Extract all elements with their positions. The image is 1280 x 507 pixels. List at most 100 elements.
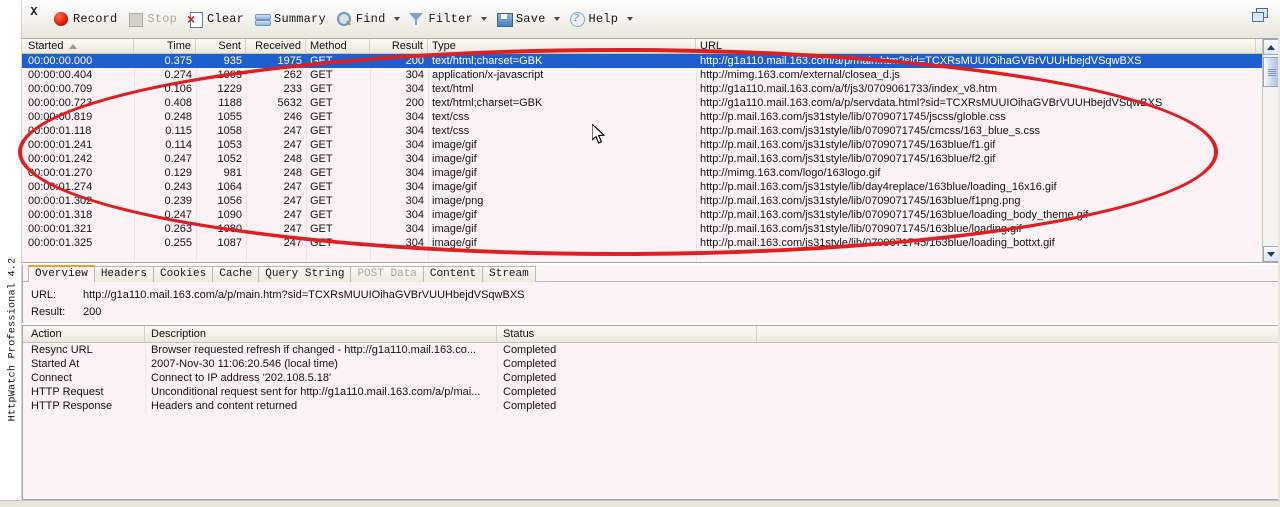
tab-cache[interactable]: Cache bbox=[212, 266, 259, 282]
grid-column-header-url[interactable]: URL bbox=[696, 39, 1256, 54]
actions-cell-status: Completed bbox=[497, 343, 757, 357]
grid-row[interactable]: 00:00:01.2420.2471052248GET304image/gifh… bbox=[22, 152, 1279, 166]
tab-post-data: POST Data bbox=[350, 266, 423, 282]
grid-row[interactable]: 00:00:01.3210.2631080247GET304image/gifh… bbox=[22, 222, 1279, 236]
grid-cell-method: GET bbox=[306, 180, 370, 194]
grid-column-header-result[interactable]: Result bbox=[370, 39, 428, 54]
grid-row[interactable]: 00:00:01.2700.129981248GET304image/gifht… bbox=[22, 166, 1279, 180]
grid-row[interactable]: 00:00:01.2410.1141053247GET304image/gifh… bbox=[22, 138, 1279, 152]
grid-cell-started: 00:00:00.819 bbox=[24, 110, 134, 124]
grid-cell-type: text/css bbox=[428, 110, 696, 124]
grid-row[interactable]: 00:00:00.0000.3759351975GET200text/html;… bbox=[22, 54, 1279, 68]
grid-row[interactable]: 00:00:00.7230.40811885632GET200text/html… bbox=[22, 96, 1279, 110]
toolbar-record-button[interactable]: Record bbox=[50, 8, 120, 30]
grid-cell-sent: 1090 bbox=[196, 208, 246, 222]
toolbar-help-chevron-down-icon[interactable] bbox=[625, 8, 634, 30]
toolbar-clear-label: Clear bbox=[207, 12, 244, 26]
grid-cell-result: 304 bbox=[370, 194, 428, 208]
scrollbar-thumb[interactable] bbox=[1263, 57, 1279, 87]
toolbar-find-button[interactable]: Find bbox=[333, 8, 389, 30]
grid-row[interactable]: 00:00:01.3250.2551087247GET304image/gifh… bbox=[22, 236, 1279, 250]
grid-row[interactable]: 00:00:01.3020.2391056247GET304image/pngh… bbox=[22, 194, 1279, 208]
grid-column-header-received[interactable]: Received bbox=[246, 39, 306, 54]
tab-stream[interactable]: Stream bbox=[482, 266, 536, 282]
grid-row[interactable]: 00:00:00.7090.1061229233GET304text/htmlh… bbox=[22, 82, 1279, 96]
grid-column-header-type[interactable]: Type bbox=[428, 39, 696, 54]
toolbar-help-button[interactable]: Help bbox=[566, 8, 622, 30]
grid-cell-type: text/html bbox=[428, 82, 696, 96]
overview-result-label: Result: bbox=[31, 306, 83, 318]
actions-column-header-status[interactable]: Status bbox=[497, 326, 757, 343]
grid-cell-url: http://p.mail.163.com/js31style/lib/0709… bbox=[696, 222, 1256, 236]
actions-row[interactable]: Resync URLBrowser requested refresh if c… bbox=[23, 343, 1279, 357]
toolbar-summary-button[interactable]: Summary bbox=[251, 8, 329, 30]
actions-column-header-description[interactable]: Description bbox=[145, 326, 497, 343]
toolbar-save-chevron-down-icon[interactable] bbox=[553, 8, 562, 30]
grid-row[interactable]: 00:00:01.1180.1151058247GET304text/cssht… bbox=[22, 124, 1279, 138]
grid-cell-result: 200 bbox=[370, 54, 428, 68]
grid-cell-sent: 1053 bbox=[196, 138, 246, 152]
tab-query-string[interactable]: Query String bbox=[258, 266, 351, 282]
tab-cookies[interactable]: Cookies bbox=[153, 266, 213, 282]
grid-cell-type: image/gif bbox=[428, 166, 696, 180]
request-grid-scrollbar[interactable] bbox=[1262, 39, 1279, 262]
close-icon[interactable]: X bbox=[26, 4, 42, 20]
actions-row[interactable]: HTTP RequestUnconditional request sent f… bbox=[23, 385, 1279, 399]
actions-cell-action: HTTP Response bbox=[25, 399, 145, 413]
grid-cell-result: 304 bbox=[370, 222, 428, 236]
actions-column-header-action[interactable]: Action bbox=[25, 326, 145, 343]
grid-cell-received: 248 bbox=[246, 152, 306, 166]
scroll-up-arrow-icon[interactable] bbox=[1263, 39, 1279, 55]
tab-headers[interactable]: Headers bbox=[94, 266, 154, 282]
brand-strip: HttpWatch Professional 4.2 bbox=[0, 0, 22, 507]
grid-cell-time: 0.115 bbox=[134, 124, 196, 138]
grid-cell-time: 0.247 bbox=[134, 152, 196, 166]
grid-cell-method: GET bbox=[306, 222, 370, 236]
scroll-down-glyph bbox=[1267, 252, 1275, 257]
grid-cell-method: GET bbox=[306, 96, 370, 110]
grid-column-header-started[interactable]: Started bbox=[24, 39, 134, 54]
request-grid: Started Time SentReceivedMethodResultTypeU… bbox=[22, 38, 1280, 263]
request-grid-header: Started Time SentReceivedMethodResultTypeU… bbox=[22, 39, 1279, 54]
overview-result-row: Result:200 bbox=[31, 306, 101, 318]
scroll-down-arrow-icon[interactable] bbox=[1263, 246, 1279, 262]
grid-row[interactable]: 00:00:01.3180.2471090247GET304image/gifh… bbox=[22, 208, 1279, 222]
tab-overview[interactable]: Overview bbox=[28, 265, 95, 282]
toolbar-save-button[interactable]: Save bbox=[493, 8, 549, 30]
toolbar-find-chevron-down-icon[interactable] bbox=[392, 8, 401, 30]
toolbar-filter-button[interactable]: Filter bbox=[405, 8, 475, 30]
grid-cell-result: 304 bbox=[370, 110, 428, 124]
help-icon bbox=[569, 11, 585, 27]
grid-cell-type: image/gif bbox=[428, 180, 696, 194]
grid-cell-type: application/x-javascript bbox=[428, 68, 696, 82]
grid-cell-started: 00:00:00.709 bbox=[24, 82, 134, 96]
toolbar-filter-chevron-down-icon[interactable] bbox=[480, 8, 489, 30]
grid-cell-sent: 1003 bbox=[196, 68, 246, 82]
actions-cell-status: Completed bbox=[497, 371, 757, 385]
actions-row[interactable]: HTTP ResponseHeaders and content returne… bbox=[23, 399, 1279, 413]
grid-cell-sent: 981 bbox=[196, 166, 246, 180]
grid-cell-started: 00:00:01.118 bbox=[24, 124, 134, 138]
actions-row[interactable]: Started At2007-Nov-30 11:06:20.546 (loca… bbox=[23, 357, 1279, 371]
grid-cell-started: 00:00:01.318 bbox=[24, 208, 134, 222]
grid-column-header-method[interactable]: Method bbox=[306, 39, 370, 54]
grid-column-header-time[interactable]: Time bbox=[134, 39, 196, 54]
toolbar-record-label: Record bbox=[73, 12, 117, 26]
grid-cell-received: 247 bbox=[246, 208, 306, 222]
tab-content[interactable]: Content bbox=[423, 266, 483, 282]
restore-window-icon[interactable] bbox=[1252, 8, 1270, 24]
grid-cell-received: 5632 bbox=[246, 96, 306, 110]
grid-row[interactable]: 00:00:01.2740.2431064247GET304image/gifh… bbox=[22, 180, 1279, 194]
overview-url-label: URL: bbox=[31, 289, 83, 301]
grid-row[interactable]: 00:00:00.8190.2481055246GET304text/cssht… bbox=[22, 110, 1279, 124]
toolbar-clear-button[interactable]: Clear bbox=[184, 8, 247, 30]
actions-row[interactable]: ConnectConnect to IP address '202.108.5.… bbox=[23, 371, 1279, 385]
grid-cell-result: 304 bbox=[370, 68, 428, 82]
grid-cell-received: 247 bbox=[246, 194, 306, 208]
actions-grid-body[interactable]: Resync URLBrowser requested refresh if c… bbox=[23, 343, 1279, 413]
grid-column-header-sent[interactable]: Sent bbox=[196, 39, 246, 54]
request-grid-body[interactable]: 00:00:00.0000.3759351975GET200text/html;… bbox=[22, 54, 1279, 262]
grid-column-header-label: Time bbox=[167, 40, 191, 52]
grid-row[interactable]: 00:00:00.4040.2741003262GET304applicatio… bbox=[22, 68, 1279, 82]
grid-cell-received: 246 bbox=[246, 110, 306, 124]
